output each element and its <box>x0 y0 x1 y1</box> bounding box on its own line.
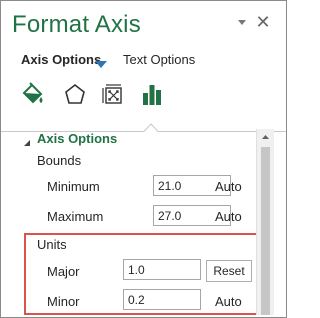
close-icon[interactable]: ✕ <box>255 13 271 31</box>
fill-line-icon[interactable] <box>19 81 47 109</box>
scroll-up-icon[interactable] <box>257 129 274 145</box>
maximum-label: Maximum <box>47 209 104 224</box>
collapse-triangle-icon[interactable] <box>23 134 31 146</box>
maximum-auto-label: Auto <box>215 209 242 224</box>
section-axis-options[interactable]: Axis Options <box>37 131 117 146</box>
size-properties-icon[interactable] <box>99 81 127 109</box>
pane-options-icon[interactable] <box>235 15 249 31</box>
tab-text-options[interactable]: Text Options <box>123 52 195 67</box>
minimum-auto-label: Auto <box>215 179 242 194</box>
bounds-heading: Bounds <box>37 153 82 168</box>
scroll-thumb[interactable] <box>261 147 270 315</box>
units-highlight-box <box>24 233 267 315</box>
tab-axis-options[interactable]: Axis Options <box>21 52 101 67</box>
effects-icon[interactable] <box>61 81 89 109</box>
minimum-label: Minimum <box>47 179 100 194</box>
format-axis-pane: Format Axis ✕ Axis Options Text Options <box>0 0 287 318</box>
chevron-down-icon[interactable] <box>95 56 107 68</box>
pane-title: Format Axis <box>12 11 141 38</box>
vertical-scrollbar[interactable] <box>256 129 274 315</box>
axis-options-icon[interactable] <box>138 81 166 109</box>
